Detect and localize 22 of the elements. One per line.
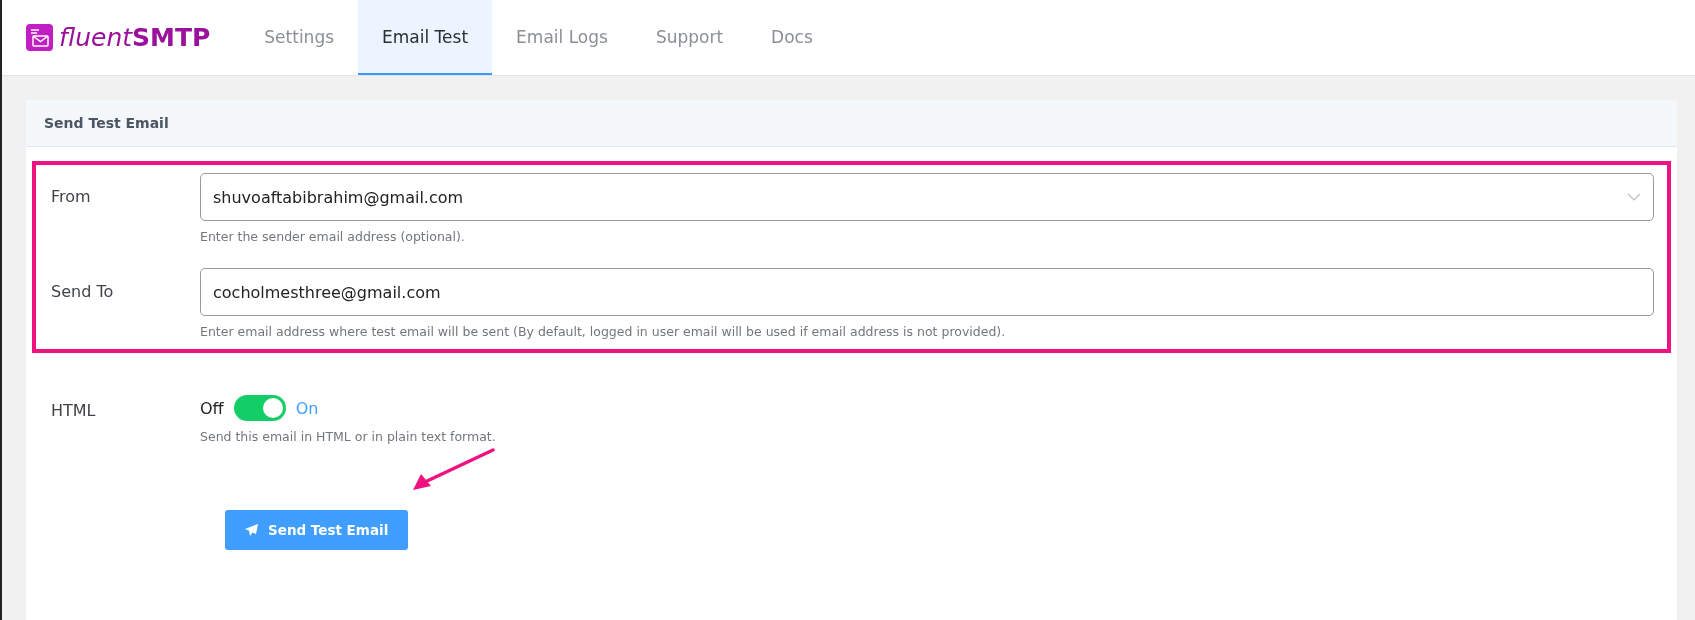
help-text: Enter the sender email address (optional). (200, 229, 466, 244)
nav-tab[interactable]: Docs (747, 0, 837, 75)
chevron-down-icon (1627, 193, 1641, 201)
field-label: HTML (51, 400, 97, 422)
send-to-input[interactable]: cocholmesthree@gmail.com (200, 268, 1654, 316)
html-toggle[interactable] (233, 395, 286, 421)
off-label: Off (200, 398, 224, 418)
card-title: Send Test Email (26, 100, 1677, 147)
field-label: From (51, 186, 92, 208)
field-label: Send To (51, 281, 115, 303)
nav-tab[interactable]: Email Logs (492, 0, 632, 75)
send-test-email-button[interactable]: Send Test Email (225, 510, 409, 550)
logo-text: fluentSMTP (59, 23, 211, 52)
nav-tab[interactable]: Email Test (358, 0, 493, 75)
nav-tab[interactable]: Settings (240, 0, 359, 75)
on-label: On (295, 398, 319, 418)
paper-plane-icon (245, 524, 258, 536)
envelope-logo-icon (26, 24, 53, 51)
nav-tab[interactable]: Support (631, 0, 748, 75)
help-text: Send this email in HTML or in plain text format. (200, 429, 497, 444)
help-text: Enter email address where test email will be sent (By default, logged in user email will be used if email address is not provided). (200, 324, 1007, 339)
from-select[interactable]: shuvoaftabibrahim@gmail.com (200, 173, 1654, 221)
